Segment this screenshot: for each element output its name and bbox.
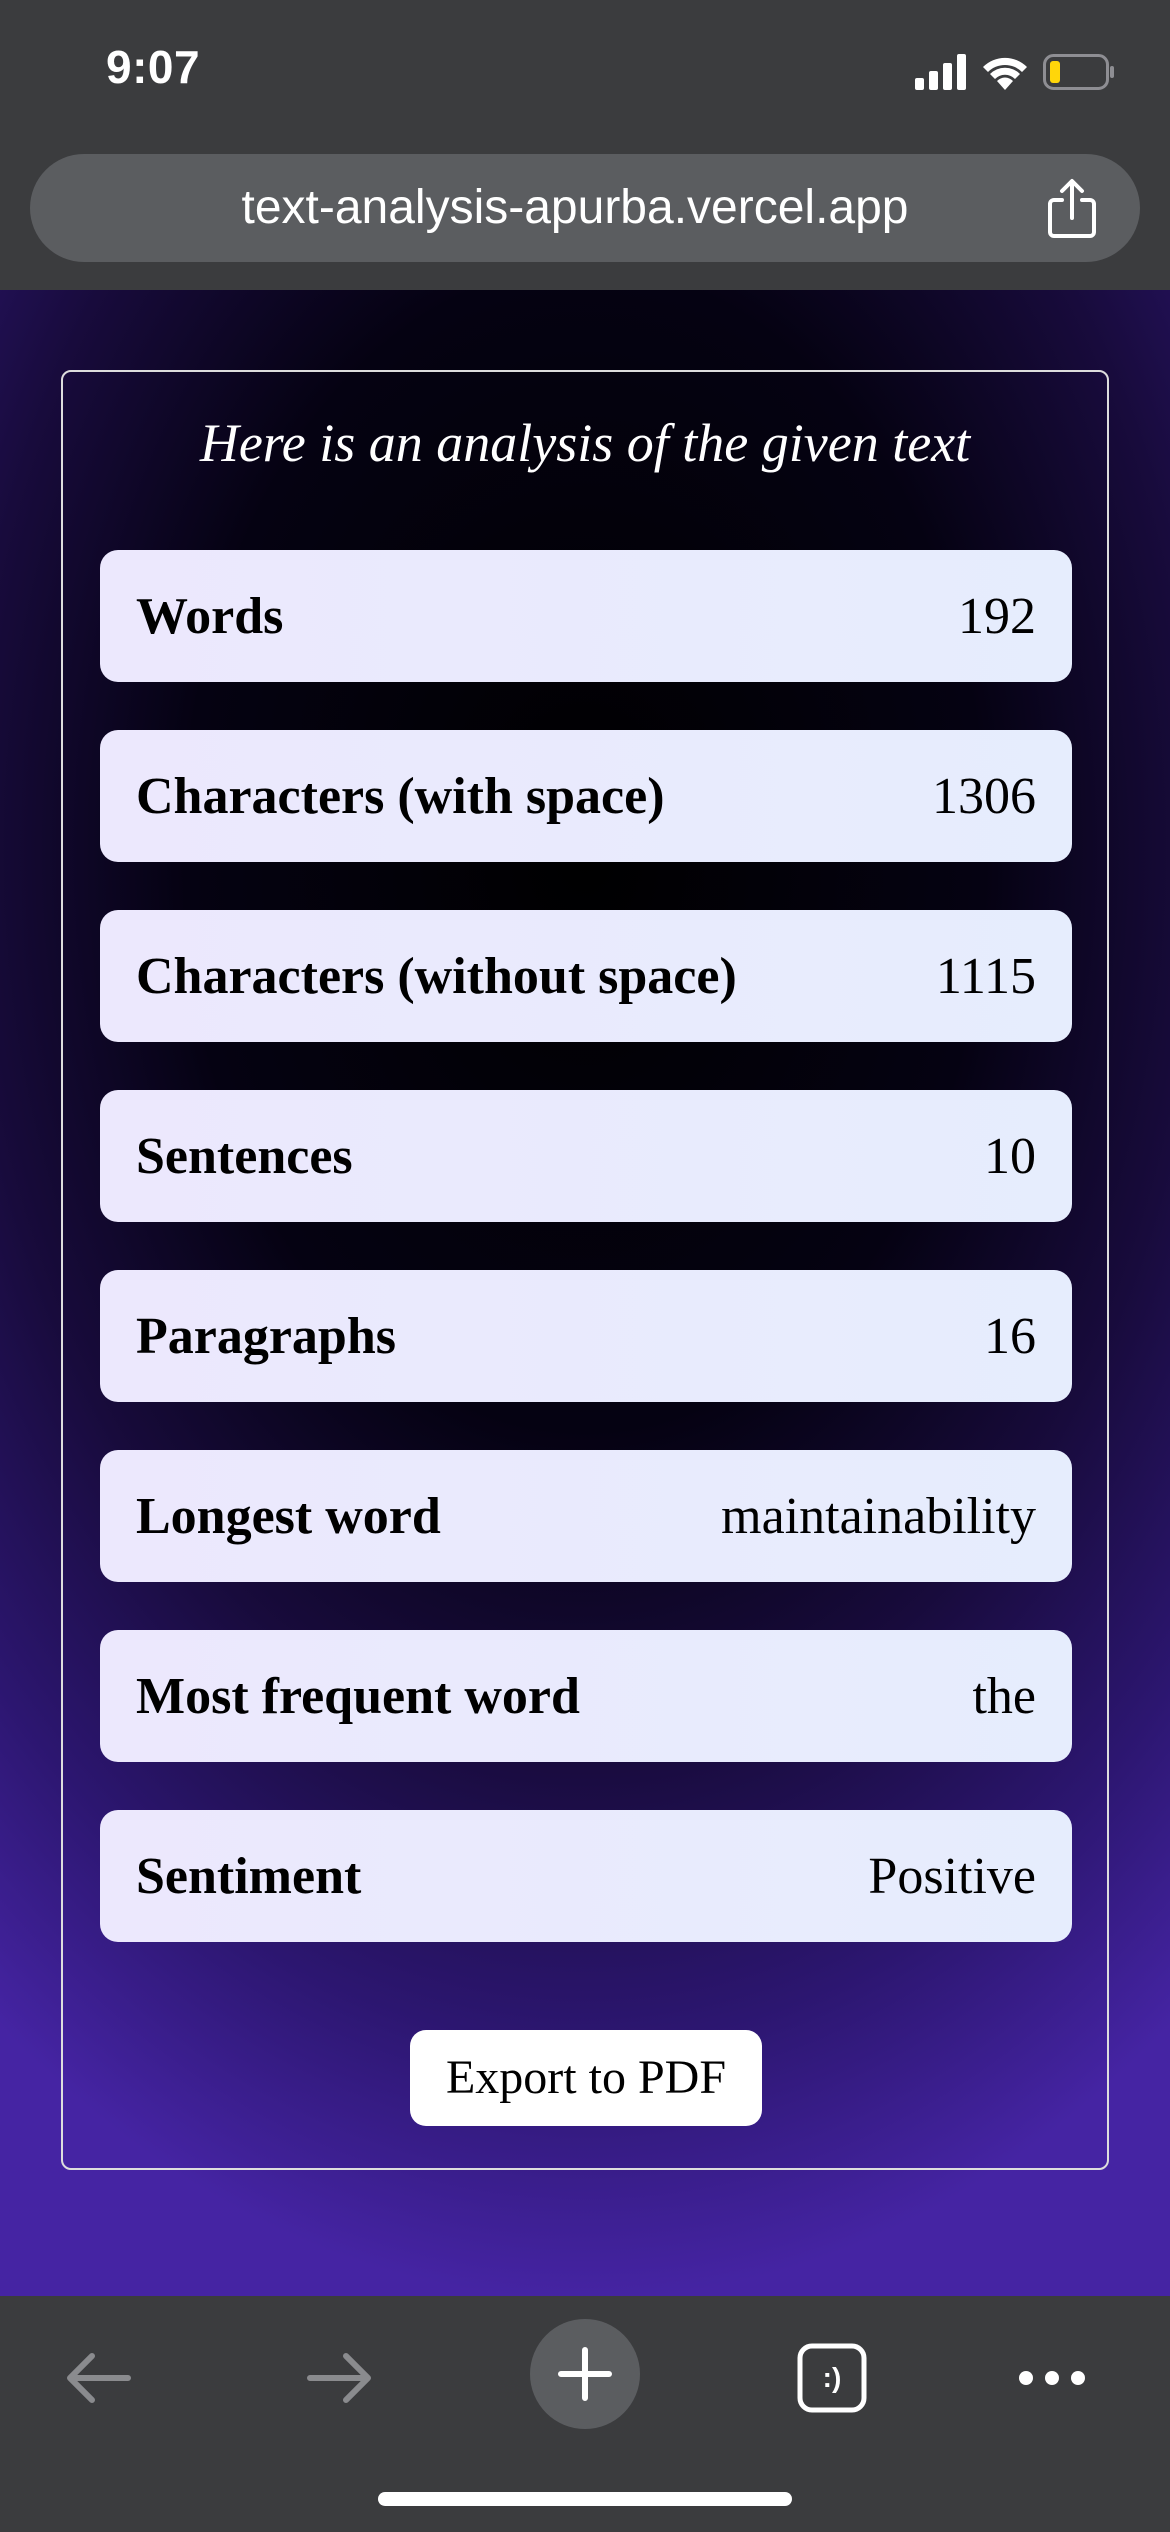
stat-value: 10 [984,1127,1036,1185]
stat-label: Characters (without space) [136,947,737,1005]
stat-label: Most frequent word [136,1667,580,1725]
stat-value: maintainability [721,1487,1036,1545]
stat-row-characters-without-space: Characters (without space) 1115 [100,910,1072,1042]
share-icon[interactable] [1042,178,1102,240]
analysis-card: Here is an analysis of the given text Wo… [61,370,1109,2170]
stat-value: 1115 [935,947,1036,1005]
status-icons [915,52,1115,92]
stat-value: 1306 [932,767,1036,825]
stat-label: Sentiment [136,1847,362,1905]
signal-icon [915,54,966,90]
stat-row-characters-with-space: Characters (with space) 1306 [100,730,1072,862]
stat-row-longest-word: Longest word maintainability [100,1450,1072,1582]
tabs-button[interactable]: :) [784,2330,880,2426]
wifi-icon [983,57,1027,90]
export-to-pdf-button[interactable]: Export to PDF [410,2030,762,2126]
browser-top-bar: 9:07 text-analysis-apurba.vercel.app [0,0,1170,290]
back-arrow-icon [67,2353,131,2403]
stat-label: Paragraphs [136,1307,396,1365]
new-tab-button[interactable] [530,2319,640,2429]
home-indicator [378,2492,792,2506]
address-bar[interactable]: text-analysis-apurba.vercel.app [30,154,1140,262]
forward-arrow-icon [307,2353,371,2403]
stat-label: Sentences [136,1127,353,1185]
more-menu-button[interactable] [1004,2330,1100,2426]
stat-row-sentiment: Sentiment Positive [100,1810,1072,1942]
stat-value: Positive [868,1847,1036,1905]
stat-label: Characters (with space) [136,767,665,825]
battery-icon [1043,54,1114,90]
stat-value: the [972,1667,1036,1725]
stat-row-sentences: Sentences 10 [100,1090,1072,1222]
page-content: Here is an analysis of the given text Wo… [0,290,1170,2296]
forward-button[interactable] [292,2330,388,2426]
stat-label: Words [136,587,284,645]
stat-value: 16 [984,1307,1036,1365]
more-menu-icon [1019,2371,1085,2385]
stat-label: Longest word [136,1487,441,1545]
back-button[interactable] [50,2330,146,2426]
stat-row-most-frequent-word: Most frequent word the [100,1630,1072,1762]
status-time: 9:07 [106,41,201,93]
browser-toolbar: :) [0,2296,1170,2532]
stat-row-paragraphs: Paragraphs 16 [100,1270,1072,1402]
analysis-heading: Here is an analysis of the given text [199,413,971,473]
new-tab-plus-icon [558,2347,612,2401]
stat-value: 192 [958,587,1036,645]
stat-row-words: Words 192 [100,550,1072,682]
tabs-badge: :) [822,2362,842,2393]
url-text[interactable]: text-analysis-apurba.vercel.app [30,154,1140,262]
